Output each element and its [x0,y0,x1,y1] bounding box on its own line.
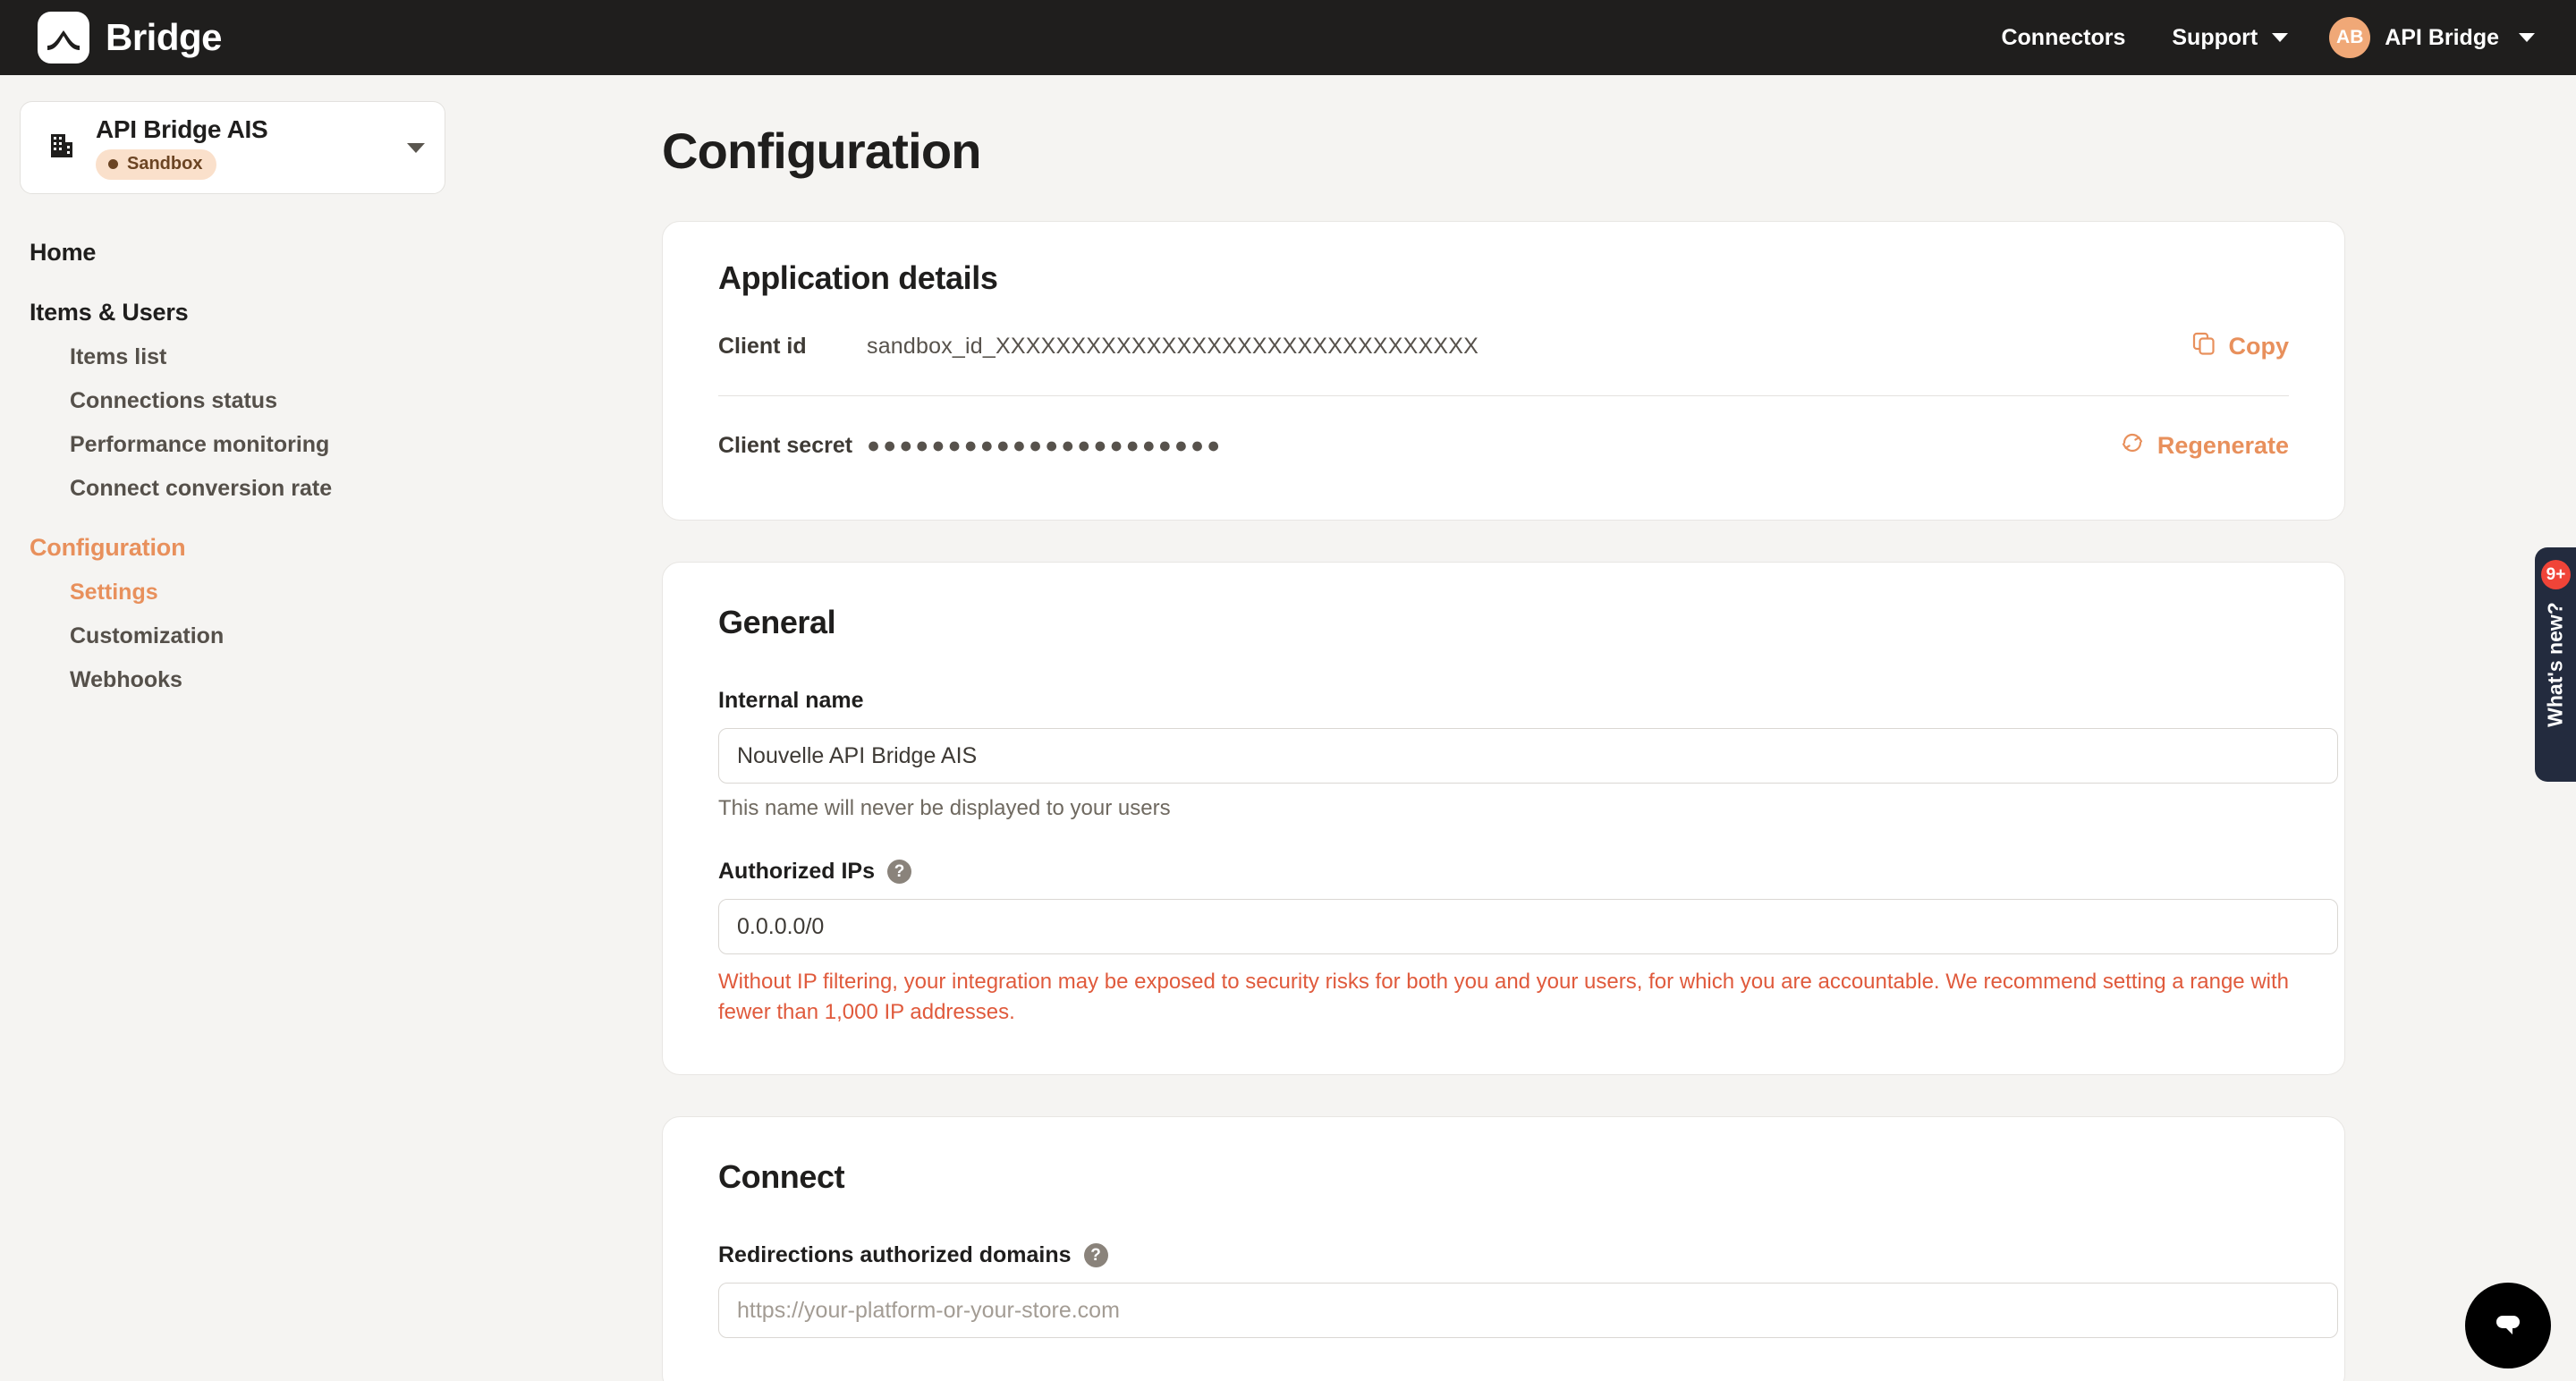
chat-launcher-button[interactable] [2465,1283,2551,1368]
environment-badge-label: Sandbox [127,154,203,174]
top-navigation-bar: Bridge Connectors Support AB API Bridge [0,0,2576,75]
nav-support[interactable]: Support [2148,25,2311,51]
page-title: Configuration [662,123,981,179]
copy-button[interactable]: Copy [2191,331,2290,362]
authorized-ips-input[interactable] [718,899,2338,954]
nav-connectors-label: Connectors [2001,24,2126,50]
client-id-row: Client id sandbox_id_XXXXXXXXXXXXXXXXXXX… [718,297,2289,395]
sidebar-item-webhooks[interactable]: Webhooks [0,658,662,702]
sidebar-item-items-and-users[interactable]: Items & Users [0,290,662,335]
status-dot-icon [108,159,118,169]
client-secret-row: Client secret ●●●●●●●●●●●●●●●●●●●●●● Reg… [718,396,2289,495]
whats-new-tab[interactable]: 9+ What's new? [2535,547,2576,782]
sidebar-item-performance-monitoring[interactable]: Performance monitoring [0,423,662,467]
chevron-down-icon [2519,33,2535,42]
chat-bubble-icon [2488,1304,2528,1348]
nav-connectors[interactable]: Connectors [1978,25,2148,51]
refresh-icon [2120,430,2145,462]
internal-name-label: Internal name [718,688,864,713]
application-details-title: Application details [718,259,998,296]
sidebar-item-items-list[interactable]: Items list [0,335,662,379]
help-icon[interactable]: ? [1083,1243,1108,1268]
organization-name: API Bridge AIS [96,115,268,143]
connect-title: Connect [718,1158,845,1196]
user-name: API Bridge [2385,24,2499,50]
bridge-logo-icon [38,12,89,64]
sidebar-item-connect-conversion-rate[interactable]: Connect conversion rate [0,467,662,511]
help-icon[interactable]: ? [887,860,912,884]
general-card: General Internal name This name will nev… [662,562,2345,1076]
redirections-input[interactable] [718,1283,2338,1339]
copy-icon [2191,331,2216,362]
environment-badge: Sandbox [96,149,217,180]
sidebar-item-configuration[interactable]: Configuration [0,525,662,571]
sidebar-nav: Home Items & Users Items list Connection… [0,230,662,702]
application-details-card: Application details Client id sandbox_id… [662,221,2345,521]
authorized-ips-field-group: Authorized IPs ? Without IP filtering, y… [718,859,2338,1028]
brand-logo-link[interactable]: Bridge [38,12,223,64]
general-title: General [718,604,836,640]
sidebar-item-home[interactable]: Home [0,230,662,275]
avatar: AB [2329,17,2371,58]
regenerate-button[interactable]: Regenerate [2120,430,2289,462]
internal-name-field-group: Internal name This name will never be di… [718,688,2338,821]
nav-support-label: Support [2172,24,2258,50]
building-icon [44,130,76,166]
client-id-value: sandbox_id_XXXXXXXXXXXXXXXXXXXXXXXXXXXXX… [867,333,1479,359]
sidebar: API Bridge AIS Sandbox Home Items & User… [0,75,662,1381]
chevron-down-icon [2272,33,2289,42]
chevron-down-icon[interactable] [407,142,425,153]
redirections-label: Redirections authorized domains ? [718,1242,2289,1268]
copy-label: Copy [2228,332,2290,360]
main-content: Configuration Application details Client… [662,75,2576,1381]
user-menu[interactable]: AB API Bridge [2311,17,2535,58]
whats-new-label: What's new? [2543,602,2567,727]
sidebar-item-customization[interactable]: Customization [0,614,662,658]
redirections-field-group: Redirections authorized domains ? [718,1242,2338,1339]
client-secret-label: Client secret [718,432,853,458]
client-secret-value: ●●●●●●●●●●●●●●●●●●●●●● [867,432,1224,458]
authorized-ips-label: Authorized IPs ? [718,859,2289,885]
brand-name: Bridge [106,16,223,58]
authorized-ips-error-text: Without IP filtering, your integration m… [718,970,2289,1025]
internal-name-helper-text: This name will never be displayed to you… [718,796,1171,820]
client-id-label: Client id [718,333,807,359]
top-nav-items: Connectors Support AB API Bridge [1978,17,2535,58]
organization-selector[interactable]: API Bridge AIS Sandbox [20,101,445,194]
sidebar-item-settings[interactable]: Settings [0,571,662,614]
internal-name-input[interactable] [718,728,2338,784]
regenerate-label: Regenerate [2157,431,2289,459]
whats-new-badge: 9+ [2541,560,2571,589]
sidebar-item-connections-status[interactable]: Connections status [0,379,662,423]
connect-card: Connect Redirections authorized domains … [662,1116,2345,1381]
